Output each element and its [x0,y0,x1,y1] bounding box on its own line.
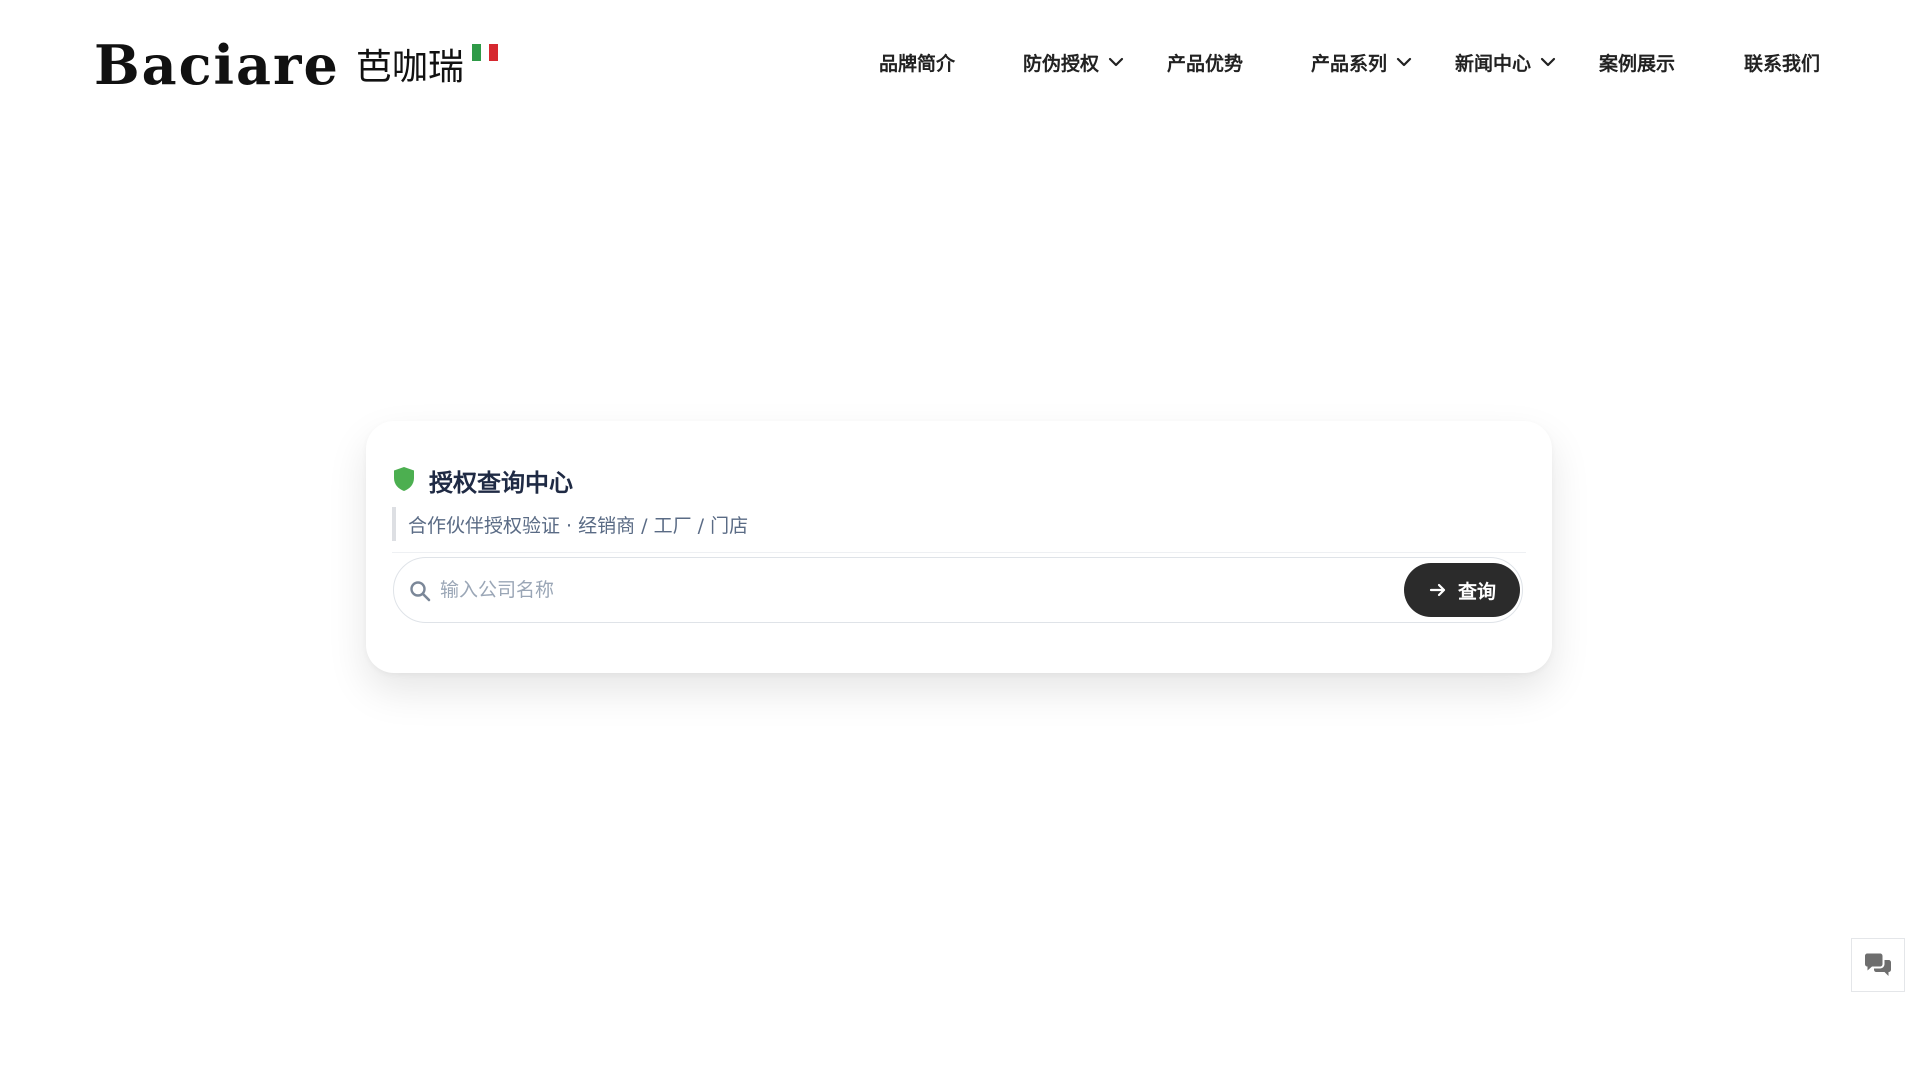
nav-item-label: 防伪授权 [1023,52,1100,75]
nav-item-label: 品牌简介 [879,52,956,75]
company-search-bar: 查询 [393,557,1523,623]
chevron-down-icon [1540,57,1556,67]
company-name-input[interactable] [440,570,1340,610]
nav-item-label: 案例展示 [1599,52,1676,75]
page: Baciare 芭咖瑞 品牌简介 防伪授权 产品优势 产品系列 新闻中心 案例展… [0,0,1921,1090]
nav-item-label: 联系我们 [1744,52,1821,75]
nav-item-product-series[interactable]: 产品系列 [1311,46,1413,78]
nav-item-anti-counterfeit[interactable]: 防伪授权 [1023,46,1125,78]
nav-item-label: 新闻中心 [1455,52,1532,75]
query-button-label: 查询 [1457,580,1496,603]
nav-item-news-center[interactable]: 新闻中心 [1455,46,1557,78]
site-header: Baciare 芭咖瑞 品牌简介 防伪授权 产品优势 产品系列 新闻中心 案例展… [0,0,1921,125]
chevron-down-icon [1396,57,1412,67]
card-subtitle-block: 合作伙伴授权验证 · 经销商 / 工厂 / 门店 [392,507,748,541]
chevron-down-icon [1108,57,1124,67]
card-divider [392,552,1526,553]
query-button[interactable]: 查询 [1404,563,1520,617]
floating-chat-button[interactable] [1851,938,1905,992]
chat-bubbles-icon [1865,953,1891,976]
nav-item-contact-us[interactable]: 联系我们 [1744,46,1820,78]
nav-item-brand-intro[interactable]: 品牌简介 [879,46,955,78]
auth-query-card: 授权查询中心 合作伙伴授权验证 · 经销商 / 工厂 / 门店 查询 [366,421,1552,673]
search-icon [410,581,431,602]
nav-item-product-advantages[interactable]: 产品优势 [1167,46,1243,78]
main-nav: 品牌简介 防伪授权 产品优势 产品系列 新闻中心 案例展示 联系我们 [0,46,1921,78]
card-title: 授权查询中心 [429,469,573,497]
nav-item-label: 产品系列 [1311,52,1388,75]
arrow-right-icon [1429,583,1446,597]
card-subtitle: 合作伙伴授权验证 · 经销商 / 工厂 / 门店 [408,514,749,537]
nav-item-label: 产品优势 [1167,52,1244,75]
shield-icon [394,467,414,491]
card-header: 授权查询中心 合作伙伴授权验证 · 经销商 / 工厂 / 门店 [392,445,1526,553]
nav-item-cases[interactable]: 案例展示 [1599,46,1675,78]
